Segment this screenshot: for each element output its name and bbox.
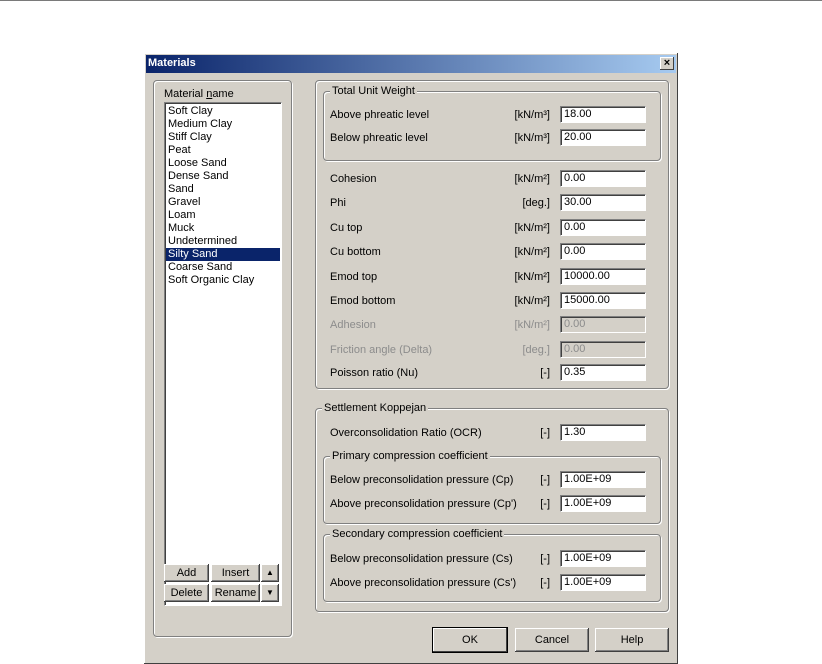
help-button[interactable]: Help — [595, 628, 669, 652]
cu-top-label: Cu top — [330, 222, 363, 234]
emod-bottom-unit: [kN/m²] — [514, 295, 550, 307]
adhesion-label: Adhesion — [330, 319, 376, 331]
delete-button[interactable]: Delete — [164, 584, 209, 602]
csp-unit: [-] — [540, 577, 550, 589]
list-item[interactable]: Loose Sand — [166, 157, 280, 170]
poisson-label: Poisson ratio (Nu) — [330, 367, 419, 379]
ocr-unit: [-] — [540, 427, 550, 439]
cp-unit: [-] — [540, 474, 550, 486]
list-item[interactable]: Loam — [166, 209, 280, 222]
emod-top-unit: [kN/m²] — [514, 271, 550, 283]
friction-angle-input: 0.00 — [560, 341, 646, 358]
list-item[interactable]: Sand — [166, 183, 280, 196]
cpp-input[interactable]: 1.00E+09 — [560, 495, 646, 512]
cohesion-input[interactable]: 0.00 — [560, 170, 646, 187]
friction-angle-unit: [deg.] — [522, 344, 550, 356]
phi-unit: [deg.] — [522, 197, 550, 209]
list-item[interactable]: Stiff Clay — [166, 131, 280, 144]
move-down-button[interactable]: ▼ — [261, 584, 279, 602]
move-up-button[interactable]: ▲ — [261, 564, 279, 582]
below-phreatic-label: Below phreatic level — [330, 132, 428, 144]
friction-angle-label: Friction angle (Delta) — [330, 344, 433, 356]
cu-top-input[interactable]: 0.00 — [560, 219, 646, 236]
insert-button[interactable]: Insert — [211, 564, 260, 582]
materials-dialog: Materials × Material name Soft Clay Mediu… — [144, 53, 678, 664]
list-item[interactable]: Medium Clay — [166, 118, 280, 131]
material-listbox[interactable]: Soft Clay Medium Clay Stiff Clay Peat Loose … — [164, 102, 282, 606]
above-phreatic-input[interactable]: 18.00 — [560, 106, 646, 123]
list-item[interactable]: Gravel — [166, 196, 280, 209]
list-item[interactable]: Coarse Sand — [166, 261, 280, 274]
top-divider — [0, 0, 822, 1]
list-item[interactable]: Peat — [166, 144, 280, 157]
cohesion-unit: [kN/m²] — [514, 173, 550, 185]
list-item[interactable]: Undetermined — [166, 235, 280, 248]
list-item[interactable]: Soft Clay — [166, 105, 280, 118]
list-item[interactable]: Silty Sand — [166, 248, 280, 261]
list-item[interactable]: Dense Sand — [166, 170, 280, 183]
below-phreatic-input[interactable]: 20.00 — [560, 129, 646, 146]
unit-weight-title: Total Unit Weight — [330, 85, 417, 97]
ok-button[interactable]: OK — [433, 628, 507, 652]
secondary-compression-title: Secondary compression coefficient — [330, 528, 505, 540]
cpp-unit: [-] — [540, 498, 550, 510]
poisson-input[interactable]: 0.35 — [560, 364, 646, 381]
cu-bottom-input[interactable]: 0.00 — [560, 243, 646, 260]
list-item[interactable]: Soft Organic Clay — [166, 274, 280, 287]
poisson-unit: [-] — [540, 367, 550, 379]
primary-compression-group: Primary compression coefficient — [323, 450, 661, 524]
cohesion-label: Cohesion — [330, 173, 377, 185]
cu-bottom-unit: [kN/m²] — [514, 246, 550, 258]
cu-top-unit: [kN/m²] — [514, 222, 550, 234]
emod-bottom-label: Emod bottom — [330, 295, 396, 307]
material-name-label: Material name — [164, 88, 234, 100]
adhesion-unit: [kN/m²] — [514, 319, 550, 331]
cp-input[interactable]: 1.00E+09 — [560, 471, 646, 488]
cu-bottom-label: Cu bottom — [330, 246, 381, 258]
koppejan-title: Settlement Koppejan — [322, 402, 429, 414]
title-bar[interactable]: Materials × — [146, 55, 676, 73]
list-item[interactable]: Muck — [166, 222, 280, 235]
secondary-compression-group: Secondary compression coefficient — [323, 528, 661, 602]
adhesion-input: 0.00 — [560, 316, 646, 333]
emod-top-input[interactable]: 10000.00 — [560, 268, 646, 285]
primary-compression-title: Primary compression coefficient — [330, 450, 490, 462]
window-title: Materials — [148, 57, 196, 69]
add-button[interactable]: Add — [164, 564, 209, 582]
cs-input[interactable]: 1.00E+09 — [560, 550, 646, 567]
emod-bottom-input[interactable]: 15000.00 — [560, 292, 646, 309]
phi-input[interactable]: 30.00 — [560, 194, 646, 211]
above-phreatic-label: Above phreatic level — [330, 109, 430, 121]
ocr-input[interactable]: 1.30 — [560, 424, 646, 441]
unit-weight-group: Total Unit Weight — [323, 85, 661, 161]
below-phreatic-unit: [kN/m³] — [514, 132, 550, 144]
cancel-button[interactable]: Cancel — [515, 628, 589, 652]
emod-top-label: Emod top — [330, 271, 378, 283]
close-icon[interactable]: × — [660, 57, 674, 70]
rename-button[interactable]: Rename — [211, 584, 260, 602]
ocr-label: Overconsolidation Ratio (OCR) — [330, 427, 482, 439]
csp-input[interactable]: 1.00E+09 — [560, 574, 646, 591]
cs-unit: [-] — [540, 553, 550, 565]
above-phreatic-unit: [kN/m³] — [514, 109, 550, 121]
phi-label: Phi — [330, 197, 346, 209]
